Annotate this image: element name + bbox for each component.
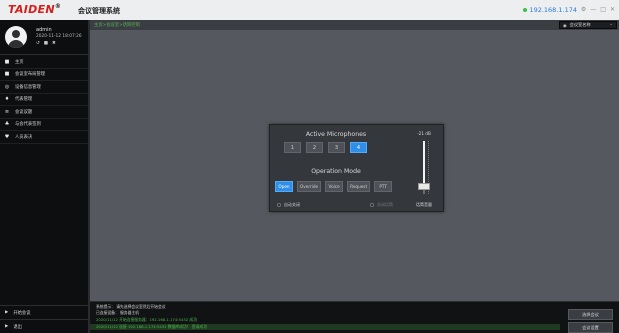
log-line: 2020/11/12 开始连接服务器：192.168.1.174:5432 成功 [96, 317, 197, 322]
user-card: admin 2020-11-12 18:07:26 ↺ ■ ✖ [0, 20, 88, 55]
mode-ptt-button[interactable]: PTT [374, 181, 393, 192]
window-controls: ⚙ — □ ✕ [581, 6, 615, 13]
logo-mark: ® [54, 3, 62, 10]
close-icon[interactable]: ✕ [610, 6, 615, 13]
breadcrumb[interactable]: 主页>会议室>话筒控制 [94, 22, 140, 28]
sidebar-bottom: ▶ 开始会议 ▶ 退出 [0, 305, 88, 333]
operation-mode-title: Operation Mode [311, 168, 361, 175]
checkbox-icon [277, 203, 281, 207]
settings-icon[interactable]: ⚙ [581, 6, 586, 13]
operation-mode-buttons: Open Override Voice Request PTT [275, 181, 393, 192]
exit-label: 退出 [13, 324, 22, 330]
mode-request-button[interactable]: Request [347, 181, 371, 192]
mode-override-button[interactable]: Override [297, 181, 322, 192]
taiden-logo: TAIDEN® [8, 3, 61, 16]
delegate-icon: ♦ [4, 96, 10, 103]
refresh-icon[interactable]: ↺ [36, 41, 40, 46]
logout-icon[interactable]: ✖ [52, 41, 56, 46]
sidebar-item-home[interactable]: ■ 主页 [0, 56, 88, 69]
device-icon: ◎ [4, 83, 10, 90]
mic-count-3-button[interactable]: 3 [328, 142, 345, 153]
mic-count-2-button[interactable]: 2 [306, 142, 323, 153]
sidebar-item-agenda[interactable]: ≡ 会议议题 [0, 106, 88, 119]
mic-count-1-button[interactable]: 1 [284, 142, 301, 153]
active-microphones-title: Active Microphones [305, 131, 367, 138]
agenda-icon: ≡ [4, 108, 10, 115]
room-select-value: 会议室名称 [569, 22, 591, 27]
log-line: 2020/11/12 连接 192.168.1.174:5432 数据库成功！ … [90, 324, 560, 330]
sidebar-item-label: 设备信息管理 [15, 84, 41, 90]
main-area: 主页>会议室>话筒控制 ◉ 会议室名称 ⌄ Active Microphones… [90, 20, 619, 301]
mode-open-button[interactable]: Open [275, 181, 293, 192]
maximize-icon[interactable]: □ [600, 6, 606, 13]
app-title: 会议管理系统 [78, 7, 120, 15]
start-meeting-button[interactable]: ▶ 开始会议 [0, 305, 88, 319]
sidebar-item-label: 主页 [15, 59, 24, 65]
main-topbar: 主页>会议室>话筒控制 ◉ 会议室名称 ⌄ [90, 20, 619, 30]
user-actions: ↺ ■ ✖ [36, 41, 56, 46]
room-icon: ◉ [563, 22, 567, 28]
vote-icon: ♥ [4, 133, 10, 140]
sidebar-item-label: 会议议题 [15, 109, 33, 115]
sidebar-item-room-layout[interactable]: ■ 会议室布局管理 [0, 69, 88, 81]
login-time: 2020-11-12 18:07:26 [36, 34, 82, 39]
checkbox-icon [370, 203, 374, 207]
fader-level-fill [423, 141, 425, 184]
logo-text: TAIDEN [8, 3, 55, 16]
status-log: 系统提示： 请先选择会议室然后开始会议 已连接设备： 服务器主机 2020/11… [90, 301, 619, 333]
title-bar: TAIDEN® 会议管理系统 192.168.1.174 ⚙ — □ ✕ [0, 0, 619, 20]
sidebar-item-label: 会议室布局管理 [15, 72, 46, 78]
exit-button[interactable]: ▶ 退出 [0, 319, 88, 333]
sidebar-item-delegates[interactable]: ♦ 代表管理 [0, 94, 88, 106]
sidebar: admin 2020-11-12 18:07:26 ↺ ■ ✖ ■ 主页 ■ 会… [0, 20, 88, 333]
server-ip: 192.168.1.174 [529, 6, 577, 14]
exit-icon: ▶ [5, 324, 9, 329]
fader-caption: 话筒音量 [416, 202, 432, 207]
active-mic-buttons: 1 2 3 4 [284, 142, 367, 153]
home-icon: ■ [4, 58, 10, 65]
room-select[interactable]: ◉ 会议室名称 ⌄ [559, 21, 617, 29]
meeting-settings-button[interactable]: 会议设置 [568, 322, 613, 333]
connection-status: 192.168.1.174 [523, 6, 577, 14]
sidebar-item-devices[interactable]: ◎ 设备信息管理 [0, 81, 88, 94]
auto-off-label: 自动关闭 [284, 202, 300, 207]
volume-fader-handle[interactable] [418, 183, 430, 191]
fader-value: -21 dB [417, 131, 431, 136]
status-dot-icon [523, 8, 528, 12]
mic-control-panel: Active Microphones 1 2 3 4 Operation Mod… [269, 124, 444, 212]
lock-icon[interactable]: ■ [44, 41, 48, 46]
signin-icon: ♣ [4, 121, 10, 128]
select-meeting-button[interactable]: 选择会议 [568, 309, 613, 320]
mic-count-4-button[interactable]: 4 [350, 142, 367, 153]
user-name: admin [36, 27, 52, 33]
auto-off-checkbox[interactable]: 自动关闭 [277, 202, 300, 208]
sidebar-item-label: 与会代表签到 [15, 122, 41, 128]
sidebar-item-vote[interactable]: ♥ 人员表决 [0, 131, 88, 144]
mode-voice-button[interactable]: Voice [325, 181, 344, 192]
layout-icon: ■ [4, 71, 10, 78]
log-line: 已连接设备： 服务器主机 [96, 310, 139, 315]
sidebar-nav: ■ 主页 ■ 会议室布局管理 ◎ 设备信息管理 ♦ 代表管理 ≡ 会议议题 ♣ … [0, 56, 88, 144]
mic-off-checkbox[interactable]: 关闭话筒 [370, 202, 393, 208]
minimize-icon[interactable]: — [590, 6, 596, 13]
avatar [5, 26, 27, 48]
play-icon: ▶ [5, 310, 9, 315]
sidebar-item-signin[interactable]: ♣ 与会代表签到 [0, 119, 88, 131]
start-meeting-label: 开始会议 [13, 310, 31, 316]
mic-off-label: 关闭话筒 [377, 202, 393, 207]
sidebar-item-label: 代表管理 [15, 97, 33, 103]
chevron-down-icon: ⌄ [609, 22, 613, 27]
sidebar-item-label: 人员表决 [15, 134, 33, 140]
